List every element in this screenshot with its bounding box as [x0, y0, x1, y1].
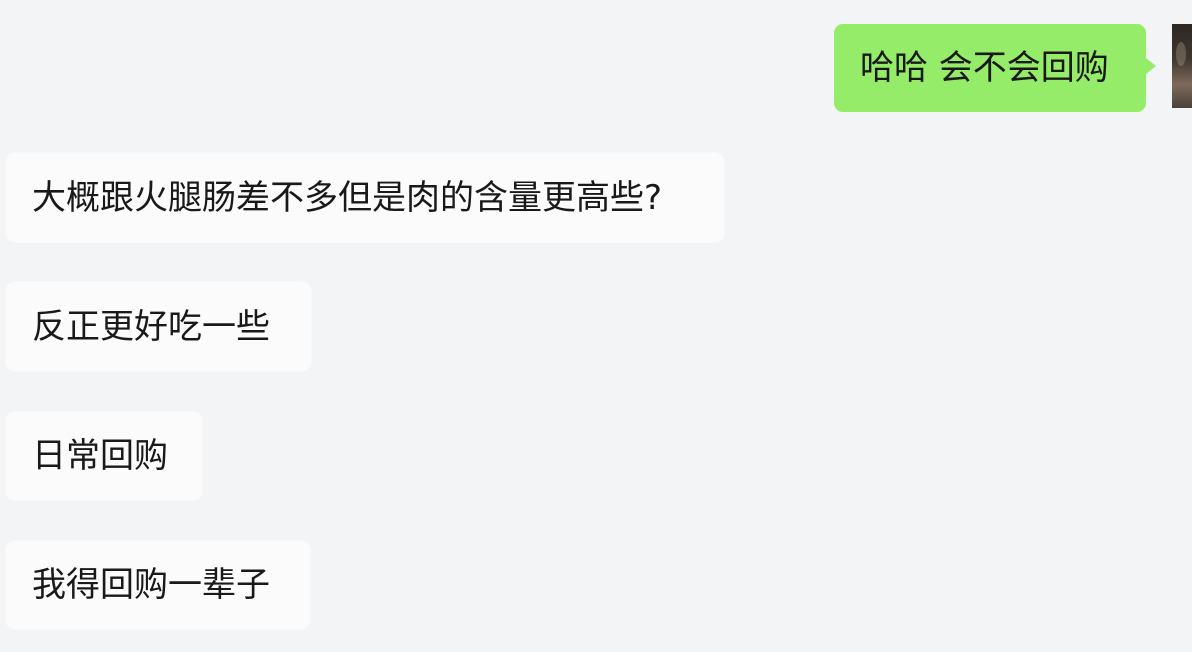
incoming-message-bubble-4[interactable]: 我得回购一辈子 [6, 541, 310, 629]
outgoing-bubble-tail-icon [1146, 58, 1156, 74]
incoming-message-bubble-1[interactable]: 大概跟火腿肠差不多但是肉的含量更高些? [6, 153, 724, 242]
incoming-message-bubble-3[interactable]: 日常回购 [6, 412, 202, 500]
chat-window: 哈哈 会不会回购 大概跟火腿肠差不多但是肉的含量更高些? 反正更好吃一些 日常回… [0, 0, 1192, 652]
user-avatar[interactable] [1172, 24, 1192, 108]
incoming-message-bubble-2[interactable]: 反正更好吃一些 [6, 282, 311, 371]
incoming-message-text-3: 日常回购 [32, 436, 168, 476]
incoming-message-text-4: 我得回购一辈子 [32, 565, 270, 605]
incoming-message-text-2: 反正更好吃一些 [32, 306, 270, 347]
incoming-message-text-1: 大概跟火腿肠差不多但是肉的含量更高些? [32, 177, 663, 218]
outgoing-message-text: 哈哈 会不会回购 [860, 48, 1109, 88]
outgoing-message-bubble[interactable]: 哈哈 会不会回购 [834, 24, 1146, 112]
